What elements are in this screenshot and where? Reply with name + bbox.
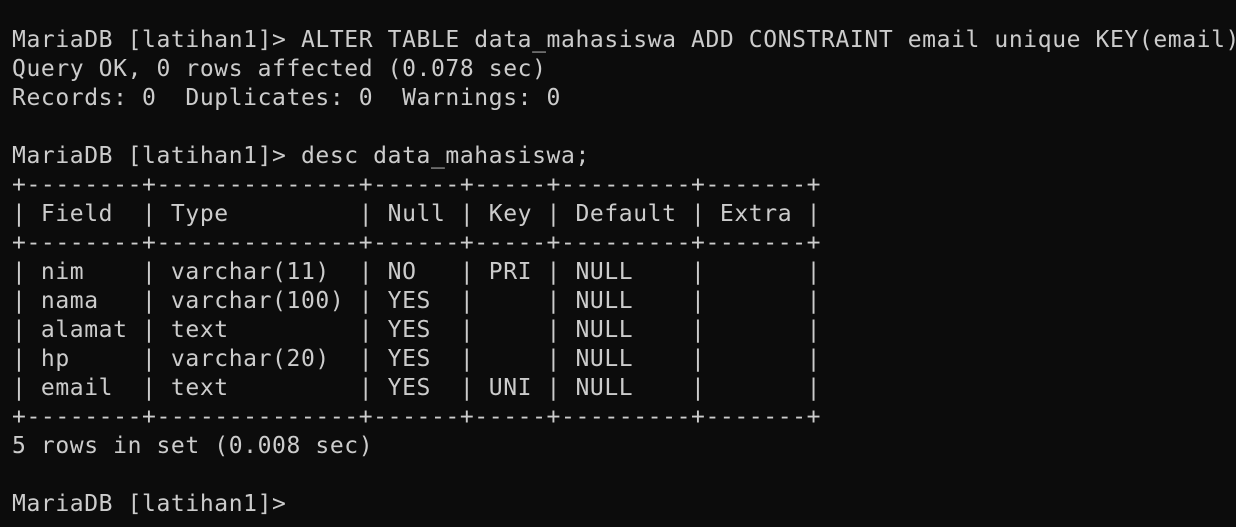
- table-border-top: +--------+--------------+------+-----+--…: [12, 172, 822, 198]
- rows-count-line: 5 rows in set (0.008 sec): [12, 433, 374, 459]
- table-row-email: | email | text | YES | UNI | NULL | |: [12, 375, 822, 401]
- table-row-nim: | nim | varchar(11) | NO | PRI | NULL | …: [12, 259, 822, 285]
- table-border-header: +--------+--------------+------+-----+--…: [12, 230, 822, 256]
- records-summary-line: Records: 0 Duplicates: 0 Warnings: 0: [12, 85, 561, 111]
- table-row-hp: | hp | varchar(20) | YES | | NULL | |: [12, 346, 822, 372]
- table-border-bottom: +--------+--------------+------+-----+--…: [12, 404, 822, 430]
- desc-command-line: MariaDB [latihan1]> desc data_mahasiswa;: [12, 143, 590, 169]
- prompt-line[interactable]: MariaDB [latihan1]>: [12, 490, 1236, 519]
- table-row-alamat: | alamat | text | YES | | NULL | |: [12, 317, 822, 343]
- alter-command-line: MariaDB [latihan1]> ALTER TABLE data_mah…: [12, 27, 1236, 53]
- query-result-line: Query OK, 0 rows affected (0.078 sec): [12, 56, 547, 82]
- table-header-row: | Field | Type | Null | Key | Default | …: [12, 201, 822, 227]
- table-row-nama: | nama | varchar(100) | YES | | NULL | |: [12, 288, 822, 314]
- terminal-window[interactable]: MariaDB [latihan1]> ALTER TABLE data_mah…: [0, 0, 1236, 527]
